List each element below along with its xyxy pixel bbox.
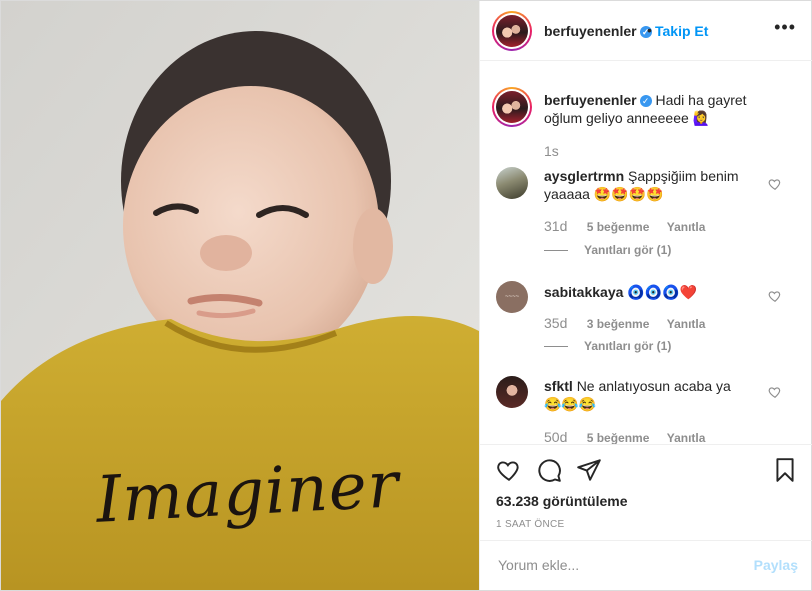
caption-time[interactable]: 1s — [544, 143, 559, 159]
comment-username[interactable]: sfktl — [544, 378, 573, 394]
comment-meta: 35d 3 beğenme Yanıtla — [544, 315, 719, 331]
like-comment-heart-icon[interactable] — [768, 385, 782, 399]
view-replies-button[interactable]: Yanıtları gör (1) — [544, 243, 671, 257]
comment-likes[interactable]: 5 beğenme — [587, 431, 650, 444]
comment-2: sabitakkaya 🧿🧿🧿❤️ — [544, 283, 744, 301]
view-replies-label: Yanıtları gör (1) — [584, 339, 672, 353]
like-comment-heart-icon[interactable] — [768, 177, 782, 191]
comment-emoji: 😂😂😂 — [544, 396, 597, 412]
add-comment-input[interactable] — [496, 556, 740, 574]
comment-icon[interactable] — [536, 457, 562, 483]
post-comment-button[interactable]: Paylaş — [754, 557, 798, 573]
more-options-icon[interactable]: ••• — [774, 17, 796, 38]
post-actions: 63.238 görüntüleme 1 SAAT ÖNCE Paylaş — [480, 444, 812, 590]
like-comment-heart-icon[interactable] — [768, 289, 782, 303]
commenter-avatar[interactable] — [496, 167, 528, 199]
view-replies-button[interactable]: Yanıtları gör (1) — [544, 339, 671, 353]
author-avatar[interactable] — [492, 11, 532, 51]
caption-emoji: 🙋‍♀️ — [692, 110, 711, 126]
post-timestamp[interactable]: 1 SAAT ÖNCE — [496, 519, 565, 530]
comment-emoji: 🧿🧿🧿❤️ — [627, 284, 698, 300]
comment-1: aysglertrmn Şappşiğiim benim yaaaaa 🤩🤩🤩🤩 — [544, 167, 744, 203]
commenter-avatar[interactable] — [496, 376, 528, 408]
commenter-avatar[interactable]: ~~~~ — [496, 281, 528, 313]
caption: berfuyenenler ✓ Hadi ha gayret oğlum geli… — [544, 91, 754, 127]
add-comment-row: Paylaş — [480, 540, 812, 591]
follow-button[interactable]: Takip Et — [655, 23, 708, 39]
author-username[interactable]: berfuyenenler — [544, 23, 637, 39]
comment-time[interactable]: 50d — [544, 429, 567, 444]
post-side-panel: berfuyenenler ✓ • Takip Et ••• berfuyenen… — [479, 1, 812, 590]
reply-button[interactable]: Yanıtla — [667, 220, 706, 234]
caption-author-avatar[interactable] — [492, 87, 532, 127]
comment-meta: 50d 5 beğenme Yanıtla — [544, 429, 719, 444]
reply-button[interactable]: Yanıtla — [667, 317, 706, 331]
comment-username[interactable]: aysglertrmn — [544, 168, 624, 184]
bookmark-icon[interactable] — [772, 457, 798, 483]
comment-text: Ne anlatıyosun acaba ya — [576, 378, 731, 394]
comment-time[interactable]: 35d — [544, 315, 567, 331]
heart-icon[interactable] — [496, 457, 522, 483]
comment-emoji: 🤩🤩🤩🤩 — [593, 186, 664, 202]
post-media-photo[interactable]: Imaginer — [1, 1, 479, 590]
comment-likes[interactable]: 5 beğenme — [587, 220, 650, 234]
comment-username[interactable]: sabitakkaya — [544, 284, 623, 300]
comment-time[interactable]: 31d — [544, 218, 567, 234]
instagram-post-dialog: Imaginer berfuyenenler ✓ • Takip Et ••• b… — [0, 0, 812, 591]
view-replies-label: Yanıtları gör (1) — [584, 243, 672, 257]
caption-username[interactable]: berfuyenenler — [544, 92, 637, 108]
comment-meta: 31d 5 beğenme Yanıtla — [544, 218, 719, 234]
post-header: berfuyenenler ✓ • Takip Et ••• — [480, 1, 812, 61]
shirt-print-text: Imaginer — [94, 448, 401, 538]
view-count[interactable]: 63.238 görüntüleme — [496, 493, 628, 509]
author-username-row[interactable]: berfuyenenler ✓ — [544, 23, 652, 39]
comment-likes[interactable]: 3 beğenme — [587, 317, 650, 331]
share-icon[interactable] — [576, 457, 602, 483]
reply-button[interactable]: Yanıtla — [667, 431, 706, 444]
comments-scroll-area[interactable]: berfuyenenler ✓ Hadi ha gayret oğlum geli… — [480, 61, 812, 444]
dot-separator: • — [647, 22, 652, 38]
comment-3: sfktl Ne anlatıyosun acaba ya 😂😂😂 — [544, 377, 744, 413]
verified-badge-icon: ✓ — [639, 95, 652, 108]
